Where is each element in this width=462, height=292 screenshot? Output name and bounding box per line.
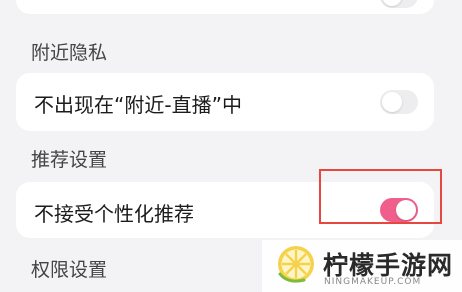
lemon-slice-icon (278, 246, 314, 283)
watermark-subtitle: NINGMAKEUP.COM (324, 277, 422, 287)
settings-card-top-partial (16, 0, 434, 14)
settings-row-hide-nearby-live[interactable]: 不出现在“附近-直播”中 (16, 73, 434, 131)
section-title-permission-settings: 权限设置 (31, 259, 108, 281)
section-title-nearby-privacy: 附近隐私 (31, 42, 108, 64)
row-label-hide-nearby-live: 不出现在“附近-直播”中 (34, 93, 242, 117)
toggle-knob (382, 0, 402, 6)
toggle-knob (382, 92, 402, 112)
watermark: 柠檬手游网 NINGMAKEUP.COM (262, 240, 462, 292)
row-label-no-personalized-recommend: 不接受个性化推荐 (34, 202, 194, 226)
section-title-recommend-settings: 推荐设置 (31, 149, 108, 171)
toggle-top-partial[interactable] (380, 0, 418, 8)
highlight-annotation-box (319, 169, 442, 224)
toggle-hide-nearby-live[interactable] (380, 90, 418, 114)
